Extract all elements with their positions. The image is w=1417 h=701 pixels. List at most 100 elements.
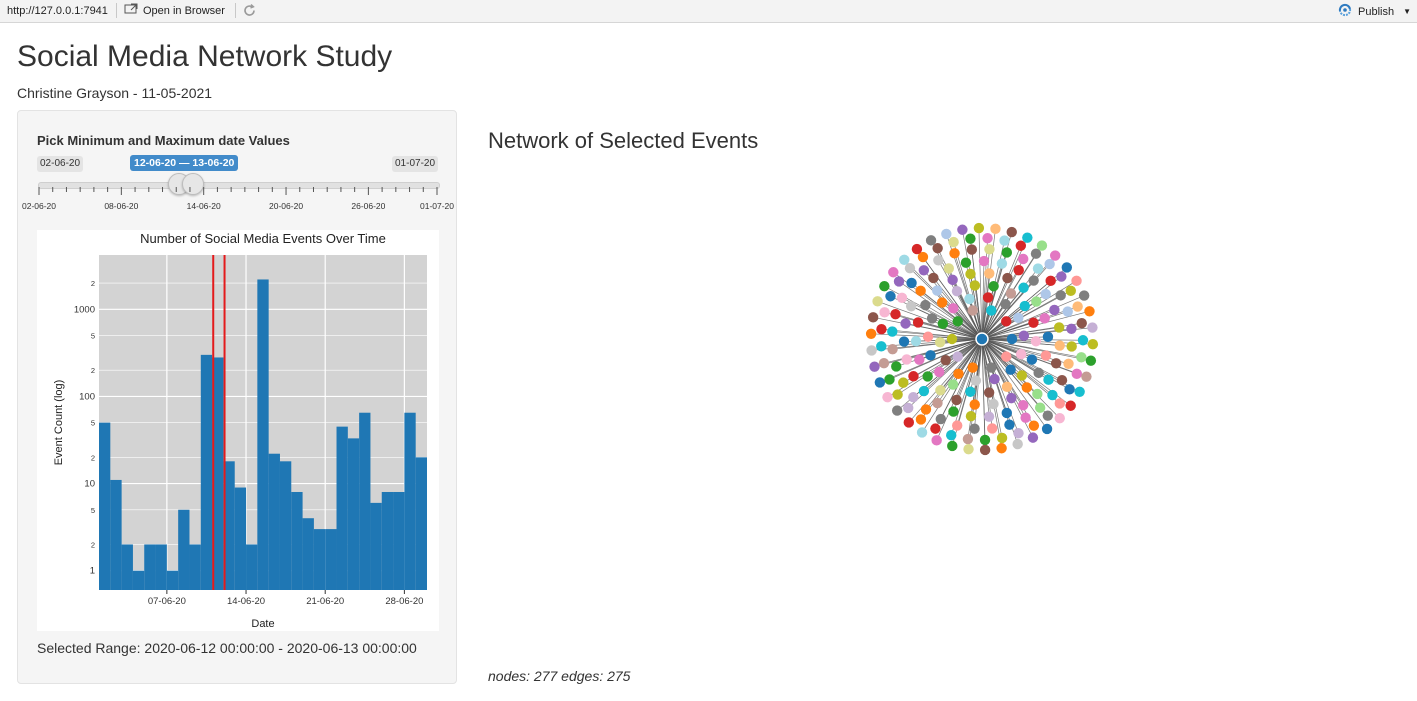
network-node[interactable] xyxy=(986,362,997,373)
network-node[interactable] xyxy=(1071,275,1082,287)
network-node[interactable] xyxy=(963,443,974,455)
network-node[interactable] xyxy=(1020,412,1031,423)
network-node[interactable] xyxy=(898,336,910,347)
network-node[interactable] xyxy=(1013,312,1024,324)
network-node[interactable] xyxy=(965,233,976,244)
network-node[interactable] xyxy=(979,444,991,456)
network-node[interactable] xyxy=(948,406,959,417)
network-node[interactable] xyxy=(1062,306,1073,317)
network-node[interactable] xyxy=(946,429,957,441)
network-node[interactable] xyxy=(1042,410,1053,421)
network-node[interactable] xyxy=(890,308,901,320)
network-node[interactable] xyxy=(908,391,919,403)
network-node[interactable] xyxy=(951,420,963,431)
network-node[interactable] xyxy=(867,312,879,323)
network-node[interactable] xyxy=(1056,271,1067,282)
network-node[interactable] xyxy=(878,358,890,369)
network-node[interactable] xyxy=(964,293,975,305)
network-node[interactable] xyxy=(1002,272,1013,284)
network-node[interactable] xyxy=(1022,232,1033,243)
network-node[interactable] xyxy=(1065,400,1076,411)
network-node[interactable] xyxy=(887,326,898,337)
network-node[interactable] xyxy=(1050,358,1062,369)
network-node[interactable] xyxy=(915,285,926,297)
network-node[interactable] xyxy=(892,389,903,400)
network-node[interactable] xyxy=(1066,341,1077,352)
network-node[interactable] xyxy=(884,374,895,385)
network-node[interactable] xyxy=(1054,398,1065,409)
network-node[interactable] xyxy=(951,394,962,406)
network-node[interactable] xyxy=(905,301,917,312)
network-node[interactable] xyxy=(918,265,930,276)
network-node[interactable] xyxy=(891,361,902,372)
network-node[interactable] xyxy=(1000,299,1011,310)
network-node[interactable] xyxy=(1018,282,1029,293)
network-node[interactable] xyxy=(898,377,909,388)
network-node[interactable] xyxy=(869,361,880,372)
network-node[interactable] xyxy=(901,354,912,365)
network-node[interactable] xyxy=(1040,350,1052,361)
network-node[interactable] xyxy=(957,224,968,235)
network-node[interactable] xyxy=(1032,388,1043,400)
network-node[interactable] xyxy=(1001,407,1012,419)
network-node[interactable] xyxy=(1005,364,1016,375)
network-node[interactable] xyxy=(969,280,981,291)
network-node[interactable] xyxy=(931,285,943,296)
network-node[interactable] xyxy=(952,316,963,327)
network-node[interactable] xyxy=(934,337,946,348)
network-node[interactable] xyxy=(1065,285,1076,297)
network-node[interactable] xyxy=(984,244,995,255)
network-node[interactable] xyxy=(904,263,916,274)
network-node[interactable] xyxy=(988,281,999,292)
network-node[interactable] xyxy=(982,292,994,303)
network-node[interactable] xyxy=(887,343,898,355)
network-node[interactable] xyxy=(899,254,910,265)
network-node[interactable] xyxy=(866,345,877,356)
network-node[interactable] xyxy=(1085,355,1097,366)
network-node[interactable] xyxy=(947,440,958,452)
network-node[interactable] xyxy=(1015,240,1027,251)
network-node[interactable] xyxy=(1071,368,1083,380)
network-node[interactable] xyxy=(965,411,977,422)
network-node[interactable] xyxy=(900,318,911,329)
network-node[interactable] xyxy=(1028,317,1039,328)
network-node[interactable] xyxy=(930,423,941,434)
network-node[interactable] xyxy=(1017,400,1029,411)
network-node[interactable] xyxy=(888,267,899,278)
network-node[interactable] xyxy=(906,277,917,289)
refresh-icon[interactable] xyxy=(242,3,257,21)
network-hub-node[interactable] xyxy=(975,332,989,346)
network-node[interactable] xyxy=(983,387,995,398)
open-in-browser-button[interactable]: Open in Browser xyxy=(124,3,225,18)
network-node[interactable] xyxy=(935,413,946,425)
network-node[interactable] xyxy=(1012,438,1023,450)
network-node[interactable] xyxy=(908,371,919,382)
network-node[interactable] xyxy=(1078,290,1090,301)
network-node[interactable] xyxy=(969,423,980,434)
network-node[interactable] xyxy=(920,404,932,415)
network-node[interactable] xyxy=(896,292,908,303)
network-node[interactable] xyxy=(983,411,995,422)
network-node[interactable] xyxy=(903,417,915,428)
network-node[interactable] xyxy=(1063,358,1074,370)
network-node[interactable] xyxy=(1033,367,1044,379)
network-node[interactable] xyxy=(1030,336,1042,347)
network-node[interactable] xyxy=(967,305,978,316)
network-node[interactable] xyxy=(872,296,883,307)
network-node[interactable] xyxy=(1040,288,1051,300)
network-node[interactable] xyxy=(903,402,914,414)
network-node[interactable] xyxy=(1005,288,1017,299)
network-node[interactable] xyxy=(865,328,877,340)
network-node[interactable] xyxy=(960,257,972,268)
network-node[interactable] xyxy=(914,354,925,365)
network-node[interactable] xyxy=(953,368,964,379)
network-node[interactable] xyxy=(949,248,960,259)
network-node[interactable] xyxy=(922,371,933,382)
network-node[interactable] xyxy=(926,313,938,324)
network-node[interactable] xyxy=(1001,381,1013,393)
network-node[interactable] xyxy=(996,432,1008,444)
network-node[interactable] xyxy=(893,276,905,287)
network-node[interactable] xyxy=(1006,333,1018,345)
network-node[interactable] xyxy=(1041,423,1053,435)
network-node[interactable] xyxy=(876,323,887,335)
